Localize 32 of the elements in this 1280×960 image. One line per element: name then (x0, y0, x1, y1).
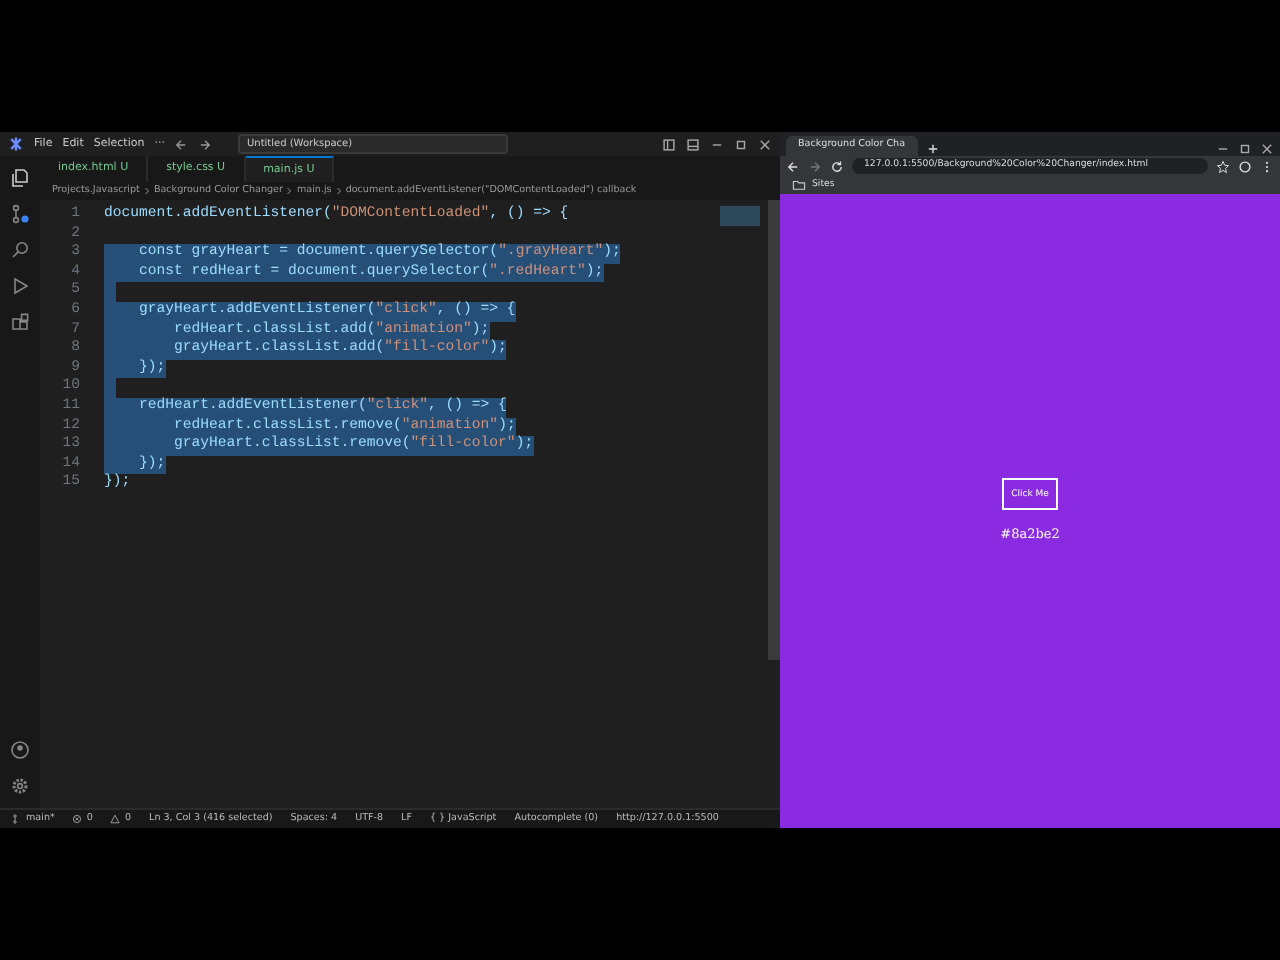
close-icon[interactable] (1260, 142, 1274, 156)
error-icon (72, 814, 83, 824)
minimap (720, 206, 760, 226)
settings-icon[interactable] (10, 776, 30, 796)
profile-icon[interactable] (1238, 159, 1252, 173)
minimize-icon[interactable] (1216, 142, 1230, 156)
close-icon[interactable] (758, 137, 772, 151)
folder-icon (792, 178, 806, 192)
source-control-icon[interactable] (10, 204, 30, 224)
files-icon[interactable] (10, 168, 30, 188)
search-icon[interactable] (10, 240, 30, 260)
new-tab-icon[interactable] (926, 142, 940, 156)
chevron-icon (286, 186, 293, 196)
account-icon[interactable] (10, 740, 30, 760)
forward-arrow-icon[interactable] (198, 137, 213, 151)
maximize-icon[interactable] (1238, 142, 1252, 156)
chevron-icon (335, 186, 342, 196)
warning-icon (110, 814, 121, 824)
star-icon[interactable] (1216, 159, 1230, 173)
scrollbar[interactable] (768, 200, 780, 660)
run-debug-icon[interactable] (10, 276, 30, 296)
forward-arrow-icon[interactable] (808, 159, 822, 173)
extensions-icon[interactable] (10, 312, 30, 332)
back-arrow-icon[interactable] (174, 137, 189, 151)
panel-icon[interactable] (686, 137, 700, 151)
menu-dots-icon[interactable] (1260, 159, 1274, 173)
chevron-icon (143, 186, 150, 196)
layout-icon[interactable] (662, 137, 676, 151)
branch-icon (12, 814, 22, 824)
reload-icon[interactable] (830, 159, 844, 173)
maximize-icon[interactable] (734, 137, 748, 151)
app-logo-icon (8, 136, 24, 152)
